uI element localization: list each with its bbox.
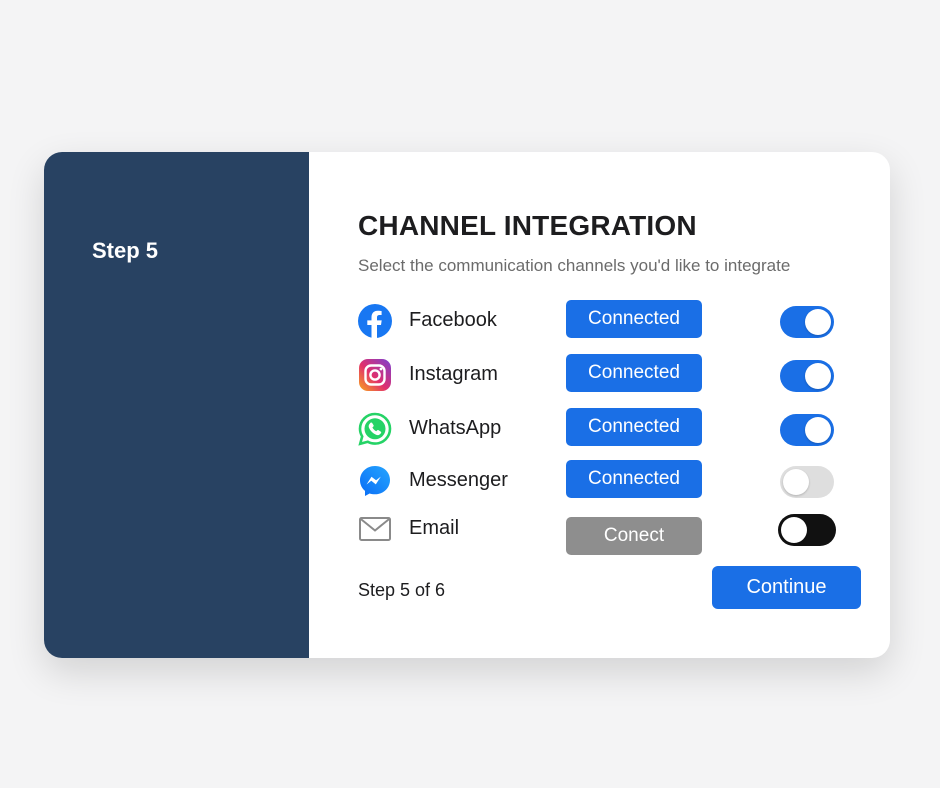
facebook-connected-button[interactable]: Connected bbox=[566, 300, 702, 338]
main-panel: CHANNEL INTEGRATION Select the communica… bbox=[309, 152, 890, 658]
channel-row-email: Email Conect bbox=[358, 508, 838, 555]
channel-name-whatsapp: WhatsApp bbox=[409, 417, 502, 439]
continue-button[interactable]: Continue bbox=[712, 566, 861, 609]
toggle-knob bbox=[805, 309, 831, 335]
channel-row-facebook: Facebook Connected bbox=[358, 300, 838, 344]
sidebar-step-label: Step 5 bbox=[92, 238, 159, 263]
toggle-knob bbox=[805, 363, 831, 389]
step-progress: Step 5 of 6 bbox=[358, 580, 446, 600]
toggle-knob bbox=[783, 469, 809, 495]
toggle-knob bbox=[781, 517, 807, 543]
whatsapp-icon bbox=[358, 412, 392, 446]
sidebar: Step 5 bbox=[44, 152, 309, 658]
channel-row-whatsapp: WhatsApp Connected bbox=[358, 408, 838, 452]
channel-name-messenger: Messenger bbox=[409, 469, 508, 491]
whatsapp-toggle[interactable] bbox=[780, 414, 834, 446]
email-connect-button[interactable]: Conect bbox=[566, 517, 702, 555]
messenger-icon bbox=[360, 466, 390, 496]
facebook-toggle[interactable] bbox=[780, 306, 834, 338]
channel-row-messenger: Messenger Connected bbox=[358, 460, 838, 504]
email-icon bbox=[359, 517, 391, 541]
channel-name-facebook: Facebook bbox=[409, 309, 497, 331]
channel-row-instagram: Instagram Connected bbox=[358, 354, 838, 398]
email-toggle[interactable] bbox=[778, 514, 836, 546]
facebook-icon bbox=[358, 304, 392, 338]
messenger-connected-button[interactable]: Connected bbox=[566, 460, 702, 498]
instagram-connected-button[interactable]: Connected bbox=[566, 354, 702, 392]
page-subtitle: Select the communication channels you'd … bbox=[358, 256, 791, 275]
messenger-toggle[interactable] bbox=[780, 466, 834, 498]
page-title: CHANNEL INTEGRATION bbox=[358, 210, 697, 241]
channel-name-email: Email bbox=[409, 517, 460, 539]
toggle-knob bbox=[805, 417, 831, 443]
wizard-card: Step 5 CHANNEL INTEGRATION Select the co… bbox=[44, 152, 890, 658]
channel-name-instagram: Instagram bbox=[409, 363, 498, 385]
instagram-icon bbox=[359, 359, 391, 391]
whatsapp-connected-button[interactable]: Connected bbox=[566, 408, 702, 446]
instagram-toggle[interactable] bbox=[780, 360, 834, 392]
